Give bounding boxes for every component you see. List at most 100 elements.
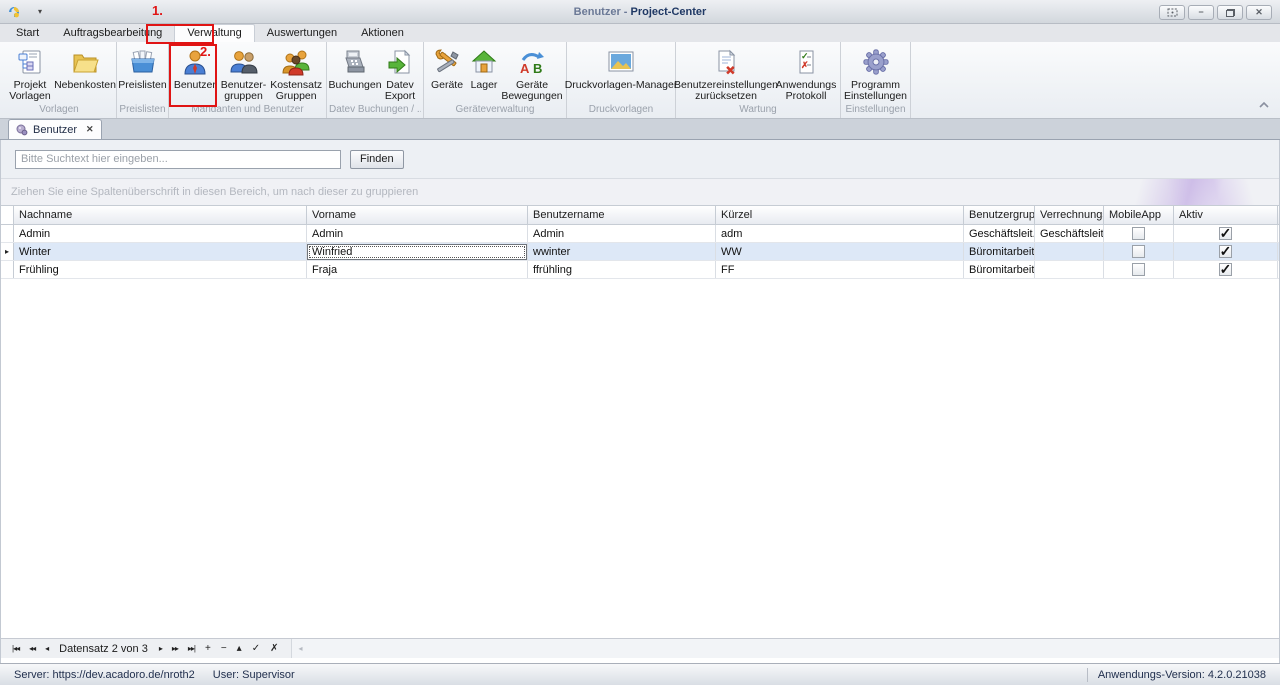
tab-auftragsbearbeitung[interactable]: Auftragsbearbeitung: [51, 25, 174, 42]
row-selector-cell[interactable]: [1, 261, 14, 278]
cell-verrechnung[interactable]: [1035, 243, 1104, 260]
column-header-benutzergruppe[interactable]: Benutzergrup...: [964, 206, 1035, 224]
pricelist-box-icon: [127, 46, 159, 78]
cell-kuerzel[interactable]: FF: [716, 261, 964, 278]
checkbox-unchecked-icon[interactable]: [1132, 263, 1145, 276]
cell-nachname[interactable]: Frühling: [14, 261, 307, 278]
tab-verwaltung[interactable]: Verwaltung: [174, 24, 254, 42]
document-tab-benutzer[interactable]: Benutzer ✕: [8, 119, 102, 139]
image-icon: [605, 46, 637, 78]
tab-auswertungen[interactable]: Auswertungen: [255, 25, 349, 42]
restore-button[interactable]: [1217, 5, 1243, 20]
ribbon-item-anwendungs-protokoll[interactable]: ✓✗ Anwendungs Protokoll: [774, 44, 838, 102]
find-button[interactable]: Finden: [350, 150, 404, 169]
nav-prev-button[interactable]: ◂: [40, 644, 53, 653]
nav-last-button[interactable]: ▸▸|: [183, 644, 200, 653]
cell-kuerzel[interactable]: WW: [716, 243, 964, 260]
horizontal-scrollbar[interactable]: ◂: [291, 639, 1279, 658]
tab-aktionen[interactable]: Aktionen: [349, 25, 416, 42]
cell-nachname[interactable]: Admin: [14, 225, 307, 242]
minimize-button[interactable]: −: [1188, 5, 1214, 20]
checkbox-checked-icon[interactable]: ✓: [1219, 245, 1232, 258]
column-header-nachname[interactable]: Nachname: [14, 206, 307, 224]
current-row-indicator[interactable]: ▸: [1, 243, 14, 260]
cell-aktiv[interactable]: ✓: [1174, 243, 1278, 260]
column-header-vorname[interactable]: Vorname: [307, 206, 528, 224]
ribbon-group-vorlagen: Projekt Vorlagen Nebenkosten Vorlagen: [2, 42, 117, 118]
cell-benutzergruppe[interactable]: Büromitarbeiter: [964, 261, 1035, 278]
cell-benutzergruppe[interactable]: Büromitarbeiter: [964, 243, 1035, 260]
nav-next-button[interactable]: ▸: [154, 644, 167, 653]
cell-verrechnung[interactable]: Geschäftsleit...: [1035, 225, 1104, 242]
column-header-verrechnung[interactable]: Verrechnungs...: [1035, 206, 1104, 224]
group-by-hint: Ziehen Sie eine Spaltenüberschrift in di…: [11, 186, 418, 198]
column-header-benutzername[interactable]: Benutzername: [528, 206, 716, 224]
ribbon-item-lager[interactable]: Lager: [467, 44, 501, 91]
ribbon-item-datev-export[interactable]: Datev Export: [380, 44, 420, 102]
nav-prev-page-button[interactable]: ◂◂: [24, 644, 40, 653]
column-header-aktiv[interactable]: Aktiv: [1174, 206, 1278, 224]
nav-delete-button[interactable]: −: [216, 643, 232, 654]
cell-benutzergruppe[interactable]: Geschäftsleit...: [964, 225, 1035, 242]
decorative-swoosh: [1079, 179, 1279, 205]
checkbox-unchecked-icon[interactable]: [1132, 245, 1145, 258]
ribbon-item-druckvorlagen-manager[interactable]: Druckvorlagen-Manager: [568, 44, 674, 91]
ribbon-group-wartung: Benutzereinstellungen zurücksetzen ✓✗ An…: [676, 42, 841, 118]
cell-vorname[interactable]: Fraja: [307, 261, 528, 278]
fullscreen-button[interactable]: [1159, 5, 1185, 20]
tab-close-icon[interactable]: ✕: [86, 124, 94, 135]
ribbon-item-programm-einstellungen[interactable]: Programm Einstellungen: [843, 44, 908, 102]
cell-aktiv[interactable]: ✓: [1174, 261, 1278, 278]
close-button[interactable]: ✕: [1246, 5, 1272, 20]
ribbon-item-geraete-bewegungen[interactable]: AB Geräte Bewegungen: [501, 44, 563, 102]
cell-vorname-editing[interactable]: Winfried: [307, 243, 528, 260]
search-input[interactable]: [15, 150, 341, 169]
gear-icon: [860, 46, 892, 78]
grid-empty-area: [1, 279, 1279, 638]
column-header-mobileapp[interactable]: MobileApp: [1104, 206, 1174, 224]
collapse-ribbon-icon[interactable]: [1258, 96, 1270, 114]
nav-post-button[interactable]: ✓: [247, 643, 265, 654]
checkbox-checked-icon[interactable]: ✓: [1219, 227, 1232, 240]
quick-access-dropdown-icon[interactable]: ▾: [38, 7, 42, 16]
ribbon-item-projekt-vorlagen[interactable]: Projekt Vorlagen: [4, 44, 56, 102]
checkbox-checked-icon[interactable]: ✓: [1219, 263, 1232, 276]
tab-start[interactable]: Start: [4, 25, 51, 42]
ribbon-item-benutzer[interactable]: Benutzer: [171, 44, 219, 91]
column-header-kuerzel[interactable]: Kürzel: [716, 206, 964, 224]
cell-benutzername[interactable]: wwinter: [528, 243, 716, 260]
ribbon-item-nebenkosten[interactable]: Nebenkosten: [56, 44, 114, 91]
nav-append-button[interactable]: +: [200, 643, 216, 654]
ribbon-item-benutzereinstellungen-zuruecksetzen[interactable]: Benutzereinstellungen zurücksetzen: [678, 44, 774, 102]
grid-row-admin: Admin Admin Admin adm Geschäftsleit... G…: [1, 225, 1279, 243]
cell-aktiv[interactable]: ✓: [1174, 225, 1278, 242]
cell-verrechnung[interactable]: [1035, 261, 1104, 278]
cell-mobileapp[interactable]: [1104, 225, 1174, 242]
cell-benutzername[interactable]: ffrühling: [528, 261, 716, 278]
nav-next-page-button[interactable]: ▸▸: [167, 644, 183, 653]
group-by-panel[interactable]: Ziehen Sie eine Spaltenüberschrift in di…: [1, 178, 1279, 205]
cell-nachname[interactable]: Winter: [14, 243, 307, 260]
nav-cancel-button[interactable]: ✗: [265, 643, 283, 654]
nav-edit-button[interactable]: ▴: [232, 643, 247, 654]
inline-editor[interactable]: Winfried: [307, 244, 527, 260]
cell-mobileapp[interactable]: [1104, 261, 1174, 278]
ribbon-item-kostensatz-gruppen[interactable]: Kostensatz Gruppen: [268, 44, 324, 102]
cell-vorname[interactable]: Admin: [307, 225, 528, 242]
cell-benutzername[interactable]: Admin: [528, 225, 716, 242]
checkbox-unchecked-icon[interactable]: [1132, 227, 1145, 240]
ribbon-item-buchungen[interactable]: Buchungen: [330, 44, 380, 91]
ribbon-item-geraete[interactable]: Geräte: [427, 44, 467, 91]
scroll-left-icon[interactable]: ◂: [298, 644, 302, 653]
row-selector-cell[interactable]: [1, 225, 14, 242]
tab-users-icon: [16, 124, 28, 136]
ribbon-item-preislisten[interactable]: Preislisten: [118, 44, 166, 91]
search-toolbar: Finden: [1, 140, 1279, 178]
ribbon-item-benutzergruppen[interactable]: Benutzer-gruppen: [219, 44, 269, 102]
svg-text:B: B: [533, 61, 542, 76]
cell-kuerzel[interactable]: adm: [716, 225, 964, 242]
window-title: Benutzer - Project-Center: [0, 6, 1280, 18]
cell-mobileapp[interactable]: [1104, 243, 1174, 260]
nav-first-button[interactable]: |◂◂: [7, 644, 24, 653]
log-document-icon: ✓✗: [790, 46, 822, 78]
